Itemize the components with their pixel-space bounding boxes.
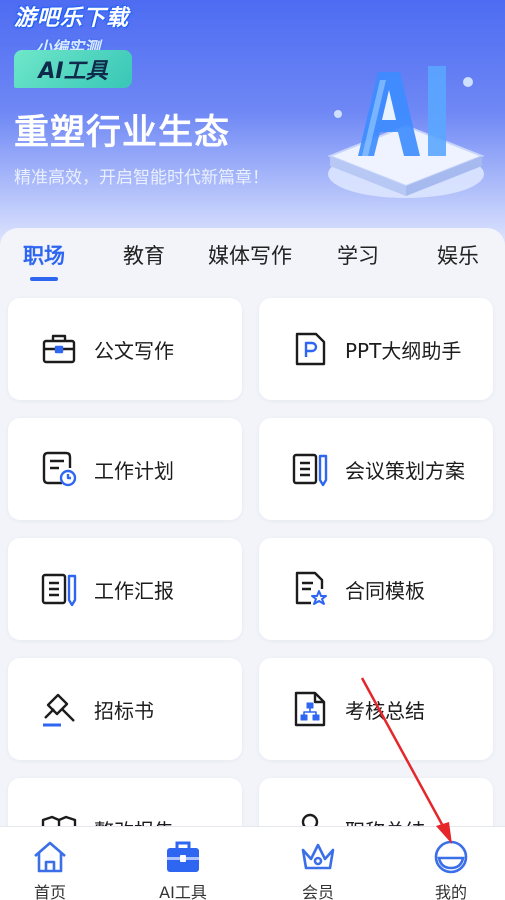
tabbar-label: 我的 <box>434 883 467 900</box>
tabbar-label: 首页 <box>33 883 66 900</box>
category-tabs: 职场 教育 媒体写作 学习 娱乐 <box>0 228 505 284</box>
tool-card-label: 工作汇报 <box>94 579 174 603</box>
hero-subtitle: 精准高效，开启智能时代新篇章！ <box>14 168 269 188</box>
active-tab-indicator <box>30 277 58 281</box>
hero-banner: 游吧乐下载 小编实测 AI工具 重塑行业生态 精准高效，开启智能时代新篇章！ <box>0 0 505 250</box>
home-icon <box>34 841 66 873</box>
tool-card-label: PPT大纲助手 <box>345 339 462 363</box>
tool-card-bidding-document[interactable]: 招标书 <box>8 658 242 760</box>
crown-icon <box>301 843 335 870</box>
bottom-tab-bar: 首页 AI工具 会员 我的 <box>0 826 505 900</box>
briefcase-icon <box>42 334 76 364</box>
tool-card-label: 合同模板 <box>345 579 425 603</box>
tab-education[interactable]: 教育 <box>123 240 165 270</box>
tool-card-work-plan[interactable]: 工作计划 <box>8 418 242 520</box>
tab-workplace[interactable]: 职场 <box>23 240 65 270</box>
ppt-file-icon <box>295 332 326 366</box>
tool-card-work-report[interactable]: 工作汇报 <box>8 538 242 640</box>
tool-card-contract-template[interactable]: 合同模板 <box>259 538 493 640</box>
document-pen-icon <box>292 453 328 487</box>
tab-entertainment[interactable]: 娱乐 <box>437 240 479 270</box>
report-pen-icon <box>41 573 77 607</box>
tool-card-label: 招标书 <box>94 699 154 723</box>
watermark-text: 游吧乐下载 <box>14 6 130 31</box>
tabbar-membership[interactable]: 会员 <box>268 827 368 900</box>
tool-card-label: 工作计划 <box>94 459 174 483</box>
tool-card-label: 考核总结 <box>345 699 425 723</box>
hero-title: 重塑行业生态 <box>14 113 231 153</box>
tool-card-meeting-plan[interactable]: 会议策划方案 <box>259 418 493 520</box>
tabbar-home[interactable]: 首页 <box>0 827 100 900</box>
tab-study[interactable]: 学习 <box>337 240 379 270</box>
contract-star-icon <box>295 571 327 605</box>
tab-media-writing[interactable]: 媒体写作 <box>208 240 292 270</box>
tool-card-label: 公文写作 <box>94 339 174 363</box>
tool-card-ppt-outline[interactable]: PPT大纲助手 <box>259 298 493 400</box>
toolbox-icon <box>167 841 199 872</box>
ai-3d-logo-illustration <box>327 66 485 198</box>
tool-card-label: 会议策划方案 <box>345 459 465 483</box>
tabbar-label: AI工具 <box>159 883 207 900</box>
tabbar-profile[interactable]: 我的 <box>401 827 501 900</box>
plan-clock-icon <box>42 451 77 487</box>
tabbar-ai-tools[interactable]: AI工具 <box>133 827 233 900</box>
tabbar-label: 会员 <box>301 883 334 900</box>
tool-card-assessment-summary[interactable]: 考核总结 <box>259 658 493 760</box>
tool-card-official-writing[interactable]: 公文写作 <box>8 298 242 400</box>
org-chart-file-icon <box>294 691 326 727</box>
gavel-icon <box>43 693 75 727</box>
profile-icon <box>434 840 468 874</box>
ai-tools-badge: AI工具 <box>14 50 132 88</box>
